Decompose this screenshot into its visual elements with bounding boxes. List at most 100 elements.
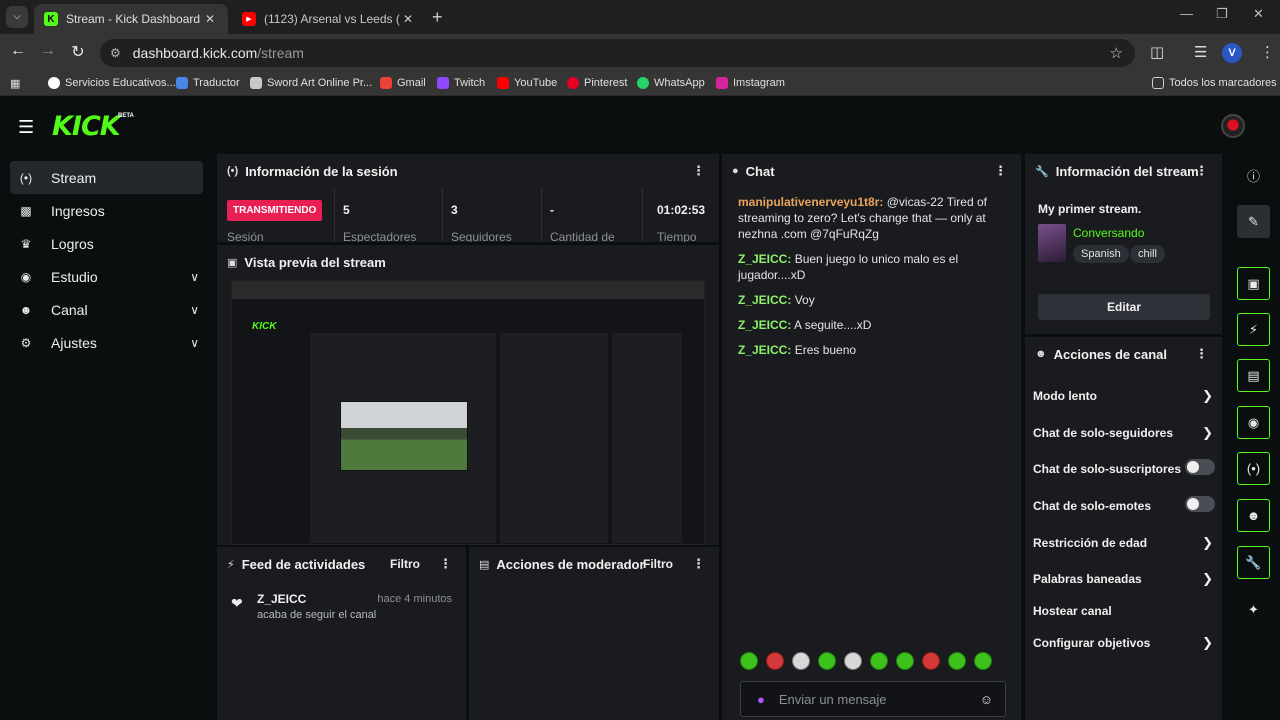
reload-icon[interactable]: ↻ xyxy=(68,42,88,62)
emote-icon[interactable] xyxy=(818,652,836,670)
apps-icon[interactable]: ▦ xyxy=(10,77,20,90)
filter-button[interactable]: Filtro xyxy=(390,557,420,571)
bookmark-item[interactable]: Twitch xyxy=(437,77,485,89)
lightning-icon[interactable]: ⚡ xyxy=(1237,313,1270,346)
close-tab-icon[interactable]: ✕ xyxy=(400,12,416,26)
preview-icon[interactable]: ▣ xyxy=(1237,267,1270,300)
emoji-icon[interactable]: ☺ xyxy=(980,692,993,707)
kick-logo[interactable]: KICK xyxy=(52,111,121,142)
bookmark-item[interactable]: WhatsApp xyxy=(637,77,705,89)
chat-username[interactable]: Z_JEICC: xyxy=(738,318,791,332)
sidebar-item-estudio[interactable]: ◉ Estudio ∨ xyxy=(10,260,203,293)
edit-stream-button[interactable]: Editar xyxy=(1038,294,1210,320)
info-icon[interactable]: ⓘ xyxy=(1237,159,1270,192)
chat-username[interactable]: manipulativenerveyu1t8r: xyxy=(738,195,883,209)
pinterest-icon xyxy=(567,77,579,89)
action-set-goals[interactable]: Configurar objetivos ❯ xyxy=(1033,635,1213,650)
bookmark-item[interactable]: Imstagram xyxy=(716,77,785,89)
kebab-menu-icon[interactable]: ⋮ xyxy=(692,556,705,572)
media-controls-icon[interactable]: ☰ xyxy=(1194,43,1207,61)
back-icon[interactable]: ← xyxy=(8,42,28,60)
sidebar-item-ingresos[interactable]: ▩ Ingresos xyxy=(10,194,203,227)
emote-icon[interactable] xyxy=(974,652,992,670)
bookmark-item[interactable]: Pinterest xyxy=(567,77,627,89)
kebab-menu-icon[interactable]: ⋮ xyxy=(994,163,1007,179)
emote-icon[interactable] xyxy=(740,652,758,670)
emotes-only-toggle[interactable] xyxy=(1185,496,1215,512)
kebab-menu-icon[interactable]: ⋮ xyxy=(1195,163,1208,179)
user-avatar[interactable] xyxy=(1221,114,1245,138)
stat-label: Seguidores xyxy=(451,230,512,242)
bookmark-item[interactable]: Servicios Educativos... xyxy=(48,77,176,89)
minimize-icon[interactable]: — xyxy=(1180,6,1193,21)
chat-username[interactable]: Z_JEICC: xyxy=(738,252,791,266)
pencil-icon[interactable]: ✎ xyxy=(1237,205,1270,238)
emote-icon[interactable] xyxy=(844,652,862,670)
panel-header: ▤ Acciones de moderador Filtro ⋮ xyxy=(469,547,719,581)
feed-username[interactable]: Z_JEICC xyxy=(257,592,306,606)
emote-icon[interactable] xyxy=(948,652,966,670)
close-tab-icon[interactable]: ✕ xyxy=(202,12,218,26)
chevron-down-icon: ∨ xyxy=(190,335,199,350)
sidebar-item-stream[interactable]: (•) Stream xyxy=(10,161,203,194)
action-slow-mode[interactable]: Modo lento ❯ xyxy=(1033,388,1213,403)
kebab-menu-icon[interactable]: ⋮ xyxy=(692,163,705,179)
emote-icon[interactable] xyxy=(792,652,810,670)
add-widget-icon[interactable]: ✦ xyxy=(1237,593,1270,626)
feed-description: acaba de seguir el canal xyxy=(257,609,377,621)
bookmark-item[interactable]: Sword Art Online Pr... xyxy=(250,77,372,89)
site-info-icon[interactable]: ⚙ xyxy=(110,46,121,60)
chat-username[interactable]: Z_JEICC: xyxy=(738,293,791,307)
emote-icon[interactable] xyxy=(896,652,914,670)
address-bar[interactable]: ⚙ dashboard.kick.com/stream ☆ xyxy=(100,39,1135,67)
kebab-menu-icon[interactable]: ⋮ xyxy=(439,556,452,572)
wrench-icon[interactable]: 🔧 xyxy=(1237,546,1270,579)
live-status-badge: TRANSMITIENDO xyxy=(227,200,323,221)
emote-icon[interactable] xyxy=(922,652,940,670)
users-icon[interactable]: ☻ xyxy=(1237,499,1270,532)
menu-icon[interactable]: ☰ xyxy=(18,117,34,138)
forward-icon[interactable]: → xyxy=(38,42,58,60)
filter-button[interactable]: Filtro xyxy=(643,557,673,571)
action-host-channel[interactable]: Hostear canal xyxy=(1033,604,1213,618)
chat-username[interactable]: Z_JEICC: xyxy=(738,343,791,357)
action-age-restriction[interactable]: Restricción de edad ❯ xyxy=(1033,535,1213,550)
browser-tab-youtube[interactable]: ▶ (1123) Arsenal vs Leeds (5-0) | P ✕ xyxy=(232,4,426,34)
sidebar-item-logros[interactable]: ♛ Logros xyxy=(10,227,203,260)
stream-preview-video[interactable]: KICK xyxy=(231,280,705,545)
sidebar-item-canal[interactable]: ☻ Canal ∨ xyxy=(10,293,203,326)
maximize-icon[interactable]: ❐ xyxy=(1216,6,1228,22)
microphone-icon[interactable]: ● xyxy=(757,692,765,707)
bookmark-star-icon[interactable]: ☆ xyxy=(1110,44,1123,62)
close-window-icon[interactable]: ✕ xyxy=(1253,6,1264,22)
tab-search-button[interactable]: ⌵ xyxy=(6,6,28,28)
kebab-menu-icon[interactable]: ⋮ xyxy=(1195,346,1208,362)
stat-label: Sesión xyxy=(227,230,264,242)
bookmark-item[interactable]: Traductor xyxy=(176,77,240,89)
mod-actions-panel: ▤ Acciones de moderador Filtro ⋮ xyxy=(469,547,719,720)
all-bookmarks[interactable]: Todos los marcadores xyxy=(1152,77,1277,89)
action-banned-words[interactable]: Palabras baneadas ❯ xyxy=(1033,571,1213,586)
emote-icon[interactable] xyxy=(870,652,888,670)
broadcast-icon[interactable]: (•) xyxy=(1237,452,1270,485)
bookmark-item[interactable]: YouTube xyxy=(497,77,557,89)
broadcast-icon: (•) xyxy=(19,170,33,185)
document-icon[interactable]: ▤ xyxy=(1237,359,1270,392)
subscribers-only-toggle[interactable] xyxy=(1185,459,1215,475)
translate-icon xyxy=(176,77,188,89)
stream-category[interactable]: Conversando xyxy=(1073,226,1144,240)
emote-icon[interactable] xyxy=(766,652,784,670)
action-followers-only[interactable]: Chat de solo-seguidores ❯ xyxy=(1033,425,1213,440)
panel-header: 🔧 Información del stream ⋮ xyxy=(1025,154,1222,188)
sidebar-item-ajustes[interactable]: ⚙ Ajustes ∨ xyxy=(10,326,203,359)
stream-preview-panel: ▣ Vista previa del stream KICK xyxy=(217,245,719,545)
chat-message-input[interactable]: ● Enviar un mensaje ☺ xyxy=(740,681,1006,717)
new-tab-button[interactable]: + xyxy=(432,7,443,28)
browser-menu-icon[interactable]: ⋮ xyxy=(1260,43,1275,61)
profile-avatar[interactable]: V xyxy=(1222,43,1242,63)
bookmark-item[interactable]: Gmail xyxy=(380,77,426,89)
extensions-icon[interactable]: ◫ xyxy=(1150,43,1164,61)
chat-bubble-icon[interactable]: ◉ xyxy=(1237,406,1270,439)
browser-tab-active[interactable]: K Stream - Kick Dashboard ✕ xyxy=(34,4,228,34)
gear-icon: ⚙ xyxy=(20,335,32,350)
